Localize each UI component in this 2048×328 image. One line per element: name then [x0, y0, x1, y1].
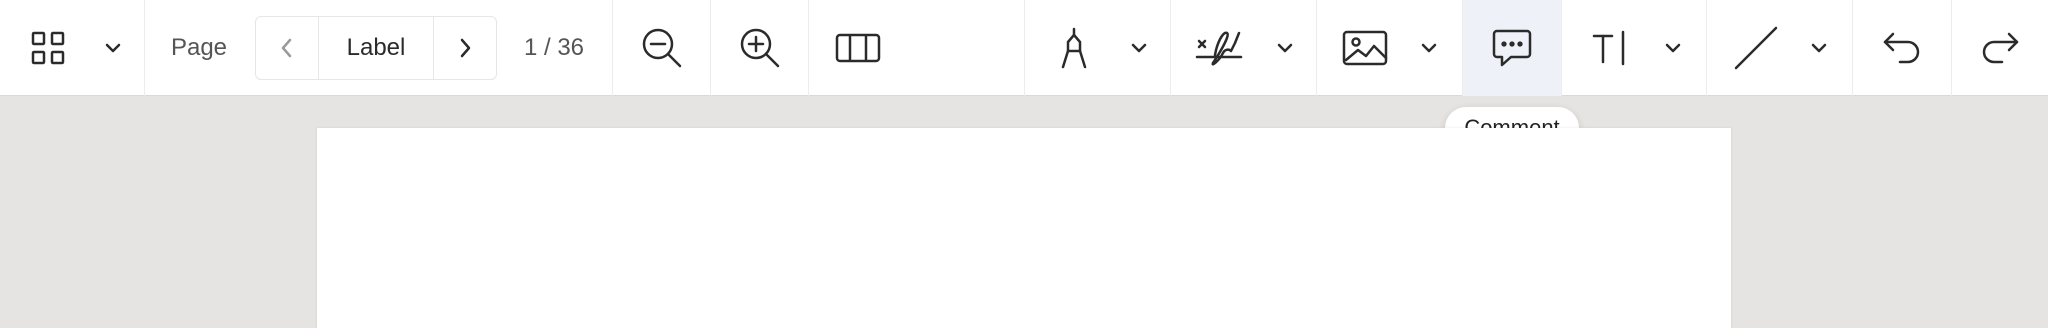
thumbnails-button[interactable] — [20, 0, 76, 96]
line-tool-button[interactable] — [1720, 0, 1792, 96]
page-navigator: Label — [255, 16, 497, 80]
chevron-down-icon — [1277, 43, 1293, 53]
grid-icon — [31, 31, 65, 65]
zoom-in-button[interactable] — [711, 0, 808, 96]
thumbnails-menu-button[interactable] — [96, 0, 130, 96]
image-tool-button[interactable] — [1330, 0, 1400, 96]
next-page-button[interactable] — [434, 17, 496, 79]
signature-tool-menu-button[interactable] — [1268, 0, 1302, 96]
chevron-left-icon — [281, 38, 292, 58]
redo-icon — [1982, 32, 2019, 64]
zoom-out-icon — [642, 28, 681, 68]
chevron-right-icon — [460, 38, 471, 58]
page-input-value: Label — [346, 34, 406, 61]
page-label: Page — [170, 34, 228, 61]
separator — [1561, 0, 1562, 96]
redo-button[interactable] — [1952, 0, 2048, 96]
chevron-down-icon — [105, 43, 121, 53]
toolbar: Page Label 1 / 36 — [0, 0, 2048, 96]
line-tool-menu-button[interactable] — [1802, 0, 1836, 96]
image-icon — [1342, 30, 1388, 66]
page-count: 1 / 36 — [523, 34, 585, 61]
separator — [1706, 0, 1707, 96]
separator — [1316, 0, 1317, 96]
signature-icon — [1195, 31, 1243, 66]
previous-page-button[interactable] — [256, 17, 318, 79]
separator — [1170, 0, 1171, 96]
chevron-down-icon — [1811, 43, 1827, 53]
undo-button[interactable] — [1853, 0, 1951, 96]
zoom-in-icon — [740, 28, 779, 68]
pen-tool-menu-button[interactable] — [1122, 0, 1156, 96]
text-tool-button[interactable] — [1576, 0, 1646, 96]
image-tool-menu-button[interactable] — [1412, 0, 1446, 96]
undo-icon — [1883, 32, 1920, 64]
pen-nib-icon — [1061, 27, 1087, 69]
signature-tool-button[interactable] — [1184, 0, 1256, 96]
comment-icon — [1492, 29, 1532, 67]
chevron-down-icon — [1131, 43, 1147, 53]
page-input[interactable]: Label — [319, 17, 433, 79]
document-page[interactable] — [317, 128, 1731, 328]
line-icon — [1734, 26, 1778, 70]
columns-layout-icon — [835, 33, 880, 63]
chevron-down-icon — [1421, 43, 1437, 53]
zoom-out-button[interactable] — [613, 0, 710, 96]
comment-tool-button[interactable] — [1463, 0, 1561, 96]
separator — [1024, 0, 1025, 96]
pen-tool-button[interactable] — [1040, 0, 1108, 96]
page-layout-button[interactable] — [809, 0, 906, 96]
separator — [144, 0, 145, 96]
text-tool-menu-button[interactable] — [1656, 0, 1690, 96]
chevron-down-icon — [1665, 43, 1681, 53]
text-cursor-icon — [1592, 30, 1625, 66]
